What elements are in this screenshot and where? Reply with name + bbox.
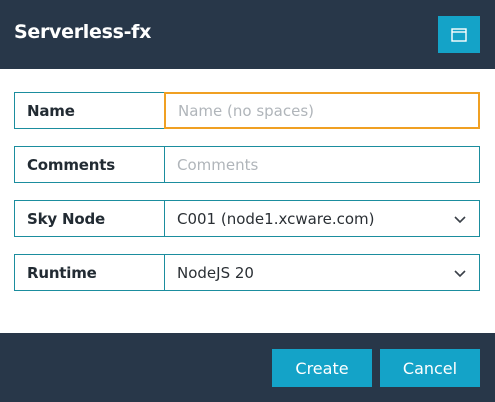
maximize-button[interactable] [438,16,480,53]
name-row: Name [14,92,480,129]
name-label: Name [14,92,165,129]
dialog-header: Serverless-fx [0,0,495,69]
runtime-row: Runtime NodeJS 20 [14,254,480,291]
sky-node-selected-value: C001 (node1.xcware.com) [177,209,375,228]
create-button[interactable]: Create [272,349,372,387]
cancel-button[interactable]: Cancel [380,349,480,387]
runtime-select[interactable]: NodeJS 20 [165,254,480,291]
comments-row: Comments [14,146,480,183]
sky-node-label: Sky Node [14,200,165,237]
name-input[interactable] [178,101,466,120]
comments-label: Comments [14,146,165,183]
dialog-title: Serverless-fx [14,21,152,43]
runtime-selected-value: NodeJS 20 [177,263,254,282]
sky-node-select[interactable]: C001 (node1.xcware.com) [165,200,480,237]
runtime-label: Runtime [14,254,165,291]
chevron-down-icon [454,269,466,277]
sky-node-row: Sky Node C001 (node1.xcware.com) [14,200,480,237]
comments-input[interactable] [177,155,467,174]
chevron-down-icon [454,215,466,223]
window-maximize-icon [451,27,467,42]
name-field[interactable] [164,92,480,129]
serverless-fx-dialog: Serverless-fx Name Comments Sky Node C00… [0,0,495,402]
comments-field[interactable] [165,146,480,183]
